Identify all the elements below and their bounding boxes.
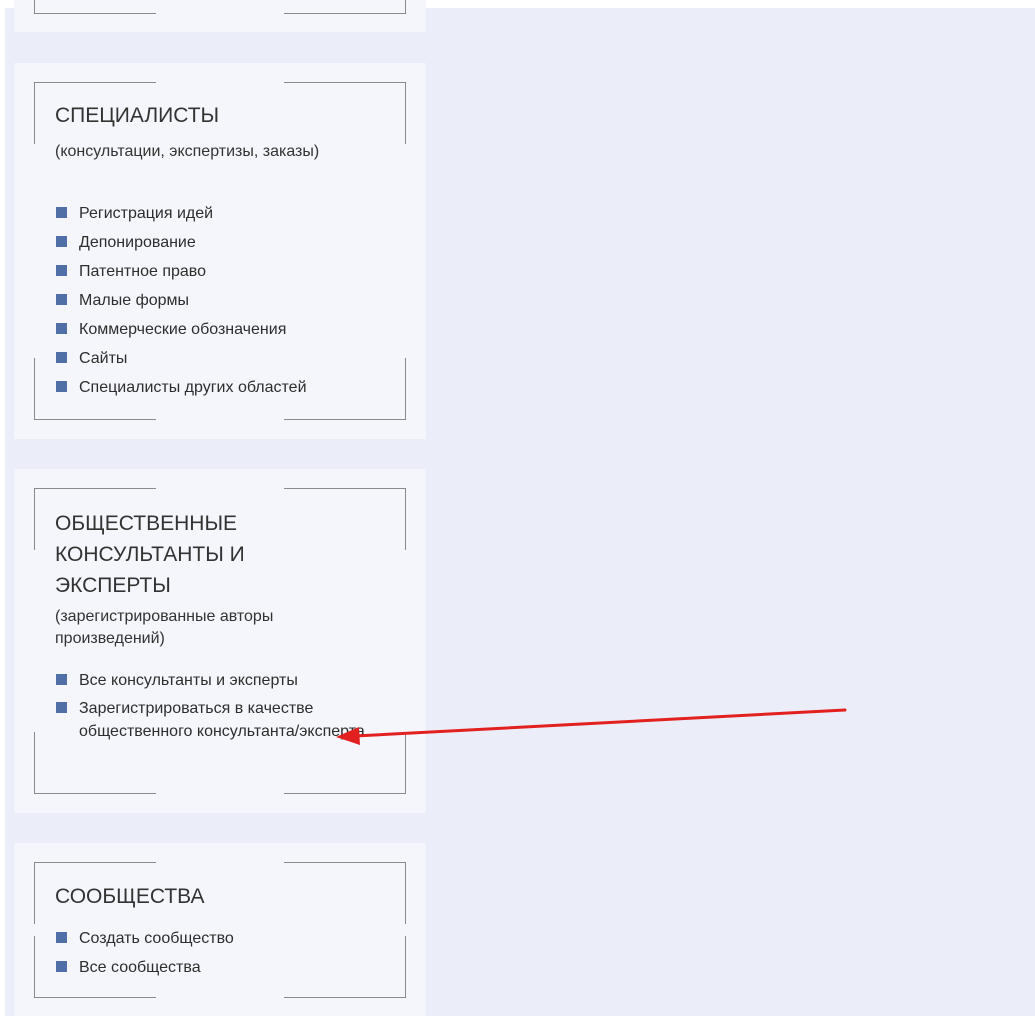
- red-arrow-icon: [336, 708, 847, 745]
